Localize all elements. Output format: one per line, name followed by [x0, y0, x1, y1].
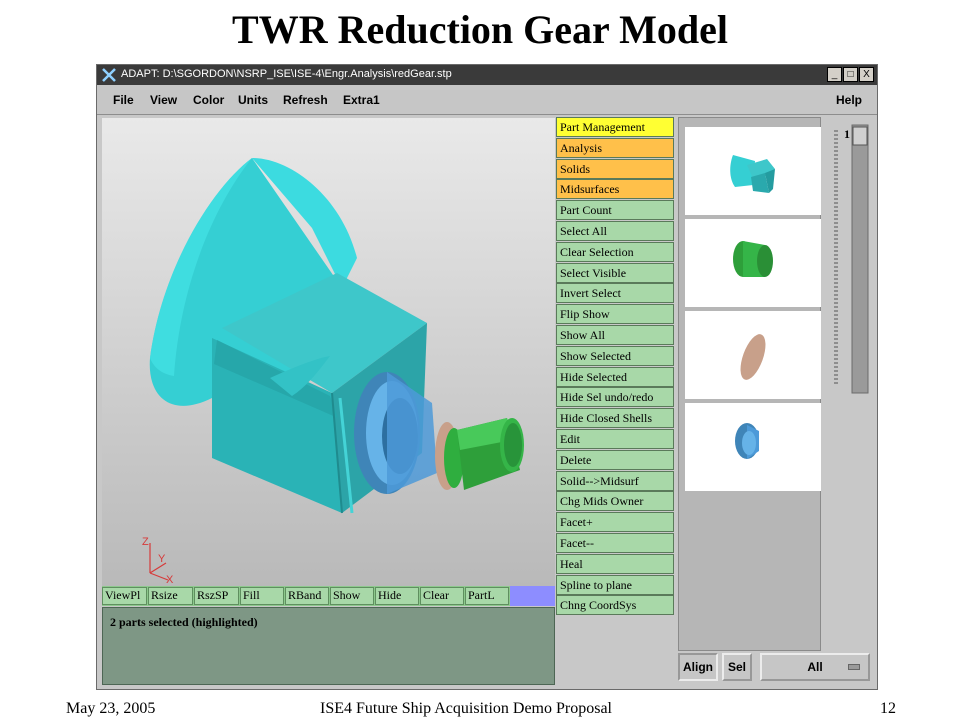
- flange-thumbnail-icon: [735, 423, 759, 459]
- menu-extra1[interactable]: Extra1: [343, 93, 380, 107]
- partl-button[interactable]: PartL: [465, 587, 509, 605]
- menu-units[interactable]: Units: [238, 93, 268, 107]
- cmd-edit-button[interactable]: Edit: [556, 429, 674, 449]
- zoom-scroll-column: 1: [828, 121, 872, 397]
- axis-x-label: X: [166, 574, 174, 586]
- rband-button[interactable]: RBand: [285, 587, 329, 605]
- sel-button[interactable]: Sel: [722, 653, 752, 681]
- cmd-invert-select-button[interactable]: Invert Select: [556, 283, 674, 304]
- all-dropdown[interactable]: All: [760, 653, 870, 681]
- bottom-controls: Align Sel All: [678, 653, 878, 683]
- cmd-clear-selection-button[interactable]: Clear Selection: [556, 241, 674, 262]
- scroll-thumb[interactable]: [852, 126, 868, 146]
- show-button[interactable]: Show: [330, 587, 374, 605]
- rsize-button[interactable]: Rsize: [148, 587, 193, 605]
- status-panel: 2 parts selected (highlighted): [102, 607, 555, 685]
- part-thumbnail-washer[interactable]: [685, 311, 821, 399]
- axis-y-label: Y: [158, 553, 166, 565]
- fill-button[interactable]: Fill: [240, 587, 284, 605]
- minimize-button[interactable]: _: [827, 67, 842, 82]
- app-window: ADAPT: D:\SGORDON\NSRP_ISE\ISE-4\Engr.An…: [96, 64, 878, 690]
- window-titlebar[interactable]: ADAPT: D:\SGORDON\NSRP_ISE\ISE-4\Engr.An…: [97, 65, 877, 85]
- slide-title: TWR Reduction Gear Model: [232, 7, 728, 52]
- cmd-show-all-button[interactable]: Show All: [556, 325, 674, 345]
- rszsp-button[interactable]: RszSP: [194, 587, 239, 605]
- cmd-part-count-button[interactable]: Part Count: [556, 200, 674, 221]
- maximize-button[interactable]: □: [843, 67, 858, 82]
- menu-color[interactable]: Color: [193, 93, 224, 107]
- part-thumbnail-shaft[interactable]: [685, 219, 821, 307]
- scroll-ruler: [834, 124, 869, 394]
- app-logo-icon: [102, 68, 116, 82]
- close-button[interactable]: X: [859, 67, 874, 82]
- cmd-part-management-button[interactable]: Part Management: [556, 117, 674, 137]
- cmd-hide-sel-undo-redo-button[interactable]: Hide Sel undo/redo: [556, 387, 674, 408]
- part-thumbnail-panel: [678, 117, 821, 651]
- cmd-solid-midsurf-button[interactable]: Solid-->Midsurf: [556, 470, 674, 491]
- function-bar: ViewPl Rsize RszSP Fill RBand Show Hide …: [102, 586, 555, 606]
- part-thumbnail-flange[interactable]: [685, 403, 821, 491]
- menu-help[interactable]: Help: [836, 93, 862, 107]
- hide-button[interactable]: Hide: [375, 587, 419, 605]
- all-dropdown-label: All: [807, 660, 823, 674]
- cmd-select-visible-button[interactable]: Select Visible: [556, 262, 674, 283]
- cmd-analysis-button[interactable]: Analysis: [556, 137, 674, 158]
- cmd-hide-selected-button[interactable]: Hide Selected: [556, 366, 674, 387]
- cmd-chg-mids-owner-button[interactable]: Chg Mids Owner: [556, 491, 674, 512]
- command-panel: Part Management Analysis Solids Midsurfaces…: [556, 117, 675, 617]
- model-viewport[interactable]: Z Y X: [102, 118, 555, 586]
- menu-file[interactable]: File: [113, 93, 134, 107]
- scroll-value: 1: [844, 127, 850, 141]
- cmd-delete-button[interactable]: Delete: [556, 449, 674, 470]
- cmd-midsurfaces-button[interactable]: Midsurfaces: [556, 179, 674, 200]
- cmd-show-selected-button[interactable]: Show Selected: [556, 345, 674, 366]
- footer-page-number: 12: [880, 700, 896, 717]
- washer-thumbnail-icon: [740, 334, 766, 380]
- part-thumbnail-housing[interactable]: [685, 127, 821, 215]
- menu-bar: File View Color Units Refresh Extra1 Hel…: [97, 85, 877, 115]
- cmd-flip-show-button[interactable]: Flip Show: [556, 304, 674, 325]
- cmd-facet-button[interactable]: Facet--: [556, 533, 674, 553]
- cmd-hide-closed-shells-button[interactable]: Hide Closed Shells: [556, 408, 674, 429]
- status-message: 2 parts selected (highlighted): [110, 615, 258, 629]
- menu-refresh[interactable]: Refresh: [283, 93, 328, 107]
- axis-z-label: Z: [142, 536, 149, 548]
- footer-presentation-title: ISE4 Future Ship Acquisition Demo Propos…: [320, 700, 612, 717]
- gear-model-render: Z Y X: [142, 158, 524, 586]
- menu-view[interactable]: View: [150, 93, 177, 107]
- clear-button[interactable]: Clear: [420, 587, 464, 605]
- cmd-heal-button[interactable]: Heal: [556, 553, 674, 574]
- function-bar-spacer: [510, 586, 555, 606]
- dropdown-indicator-icon: [848, 664, 860, 670]
- shaft-thumbnail-icon: [733, 241, 773, 277]
- footer-date: May 23, 2005: [66, 700, 156, 717]
- cmd-chng-coordsys-button[interactable]: Chng CoordSys: [556, 595, 674, 616]
- align-button[interactable]: Align: [678, 653, 718, 681]
- window-title: ADAPT: D:\SGORDON\NSRP_ISE\ISE-4\Engr.An…: [121, 68, 452, 80]
- housing-thumbnail-icon: [730, 155, 775, 193]
- cmd-spline-to-plane-button[interactable]: Spline to plane: [556, 574, 674, 595]
- viewpl-button[interactable]: ViewPl: [102, 587, 147, 605]
- cmd-solids-button[interactable]: Solids: [556, 158, 674, 179]
- cmd-select-all-button[interactable]: Select All: [556, 221, 674, 241]
- cmd-facet-button[interactable]: Facet+: [556, 512, 674, 533]
